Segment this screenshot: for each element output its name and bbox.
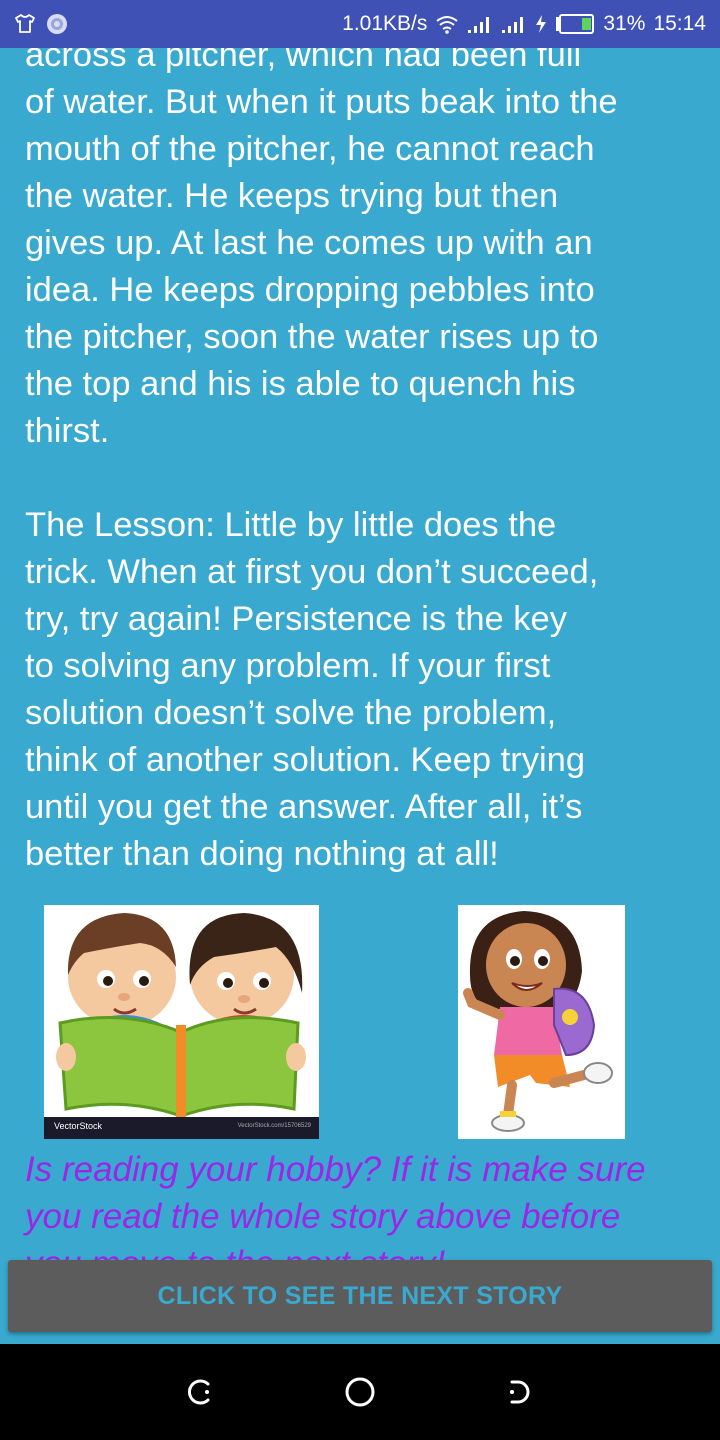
lesson-line: think of another solution. Keep trying — [25, 741, 586, 779]
network-speed: 1.01KB/s — [342, 12, 428, 35]
lesson-line: trick. When at first you don’t succeed, — [25, 553, 599, 591]
lesson-line: solution doesn’t solve the problem, — [25, 694, 557, 732]
lesson-line: try, try again! Persistence is the key — [25, 600, 567, 638]
watermark-strip: VectorStock VectorStock.com/15706529 — [44, 1117, 319, 1139]
lesson-line: to solving any problem. If your first — [25, 647, 551, 685]
home-icon — [345, 1377, 375, 1407]
battery-icon — [555, 14, 595, 34]
shirt-icon — [14, 14, 36, 34]
kids-reading-image: VectorStock VectorStock.com/15706529 — [44, 905, 319, 1139]
charging-icon — [535, 14, 547, 34]
watermark-url: VectorStock.com/15706529 — [237, 1123, 311, 1129]
kids-reading-illustration — [56, 913, 306, 1118]
story-line: the pitcher, soon the water rises up to — [25, 318, 599, 356]
lesson-line: better than doing nothing at all! — [25, 835, 499, 873]
story-line: of water. But when it puts beak into the — [25, 83, 618, 121]
story-line: gives up. At last he comes up with an — [25, 224, 593, 262]
wifi-icon — [435, 14, 459, 34]
story-line: the water. He keeps trying but then — [25, 177, 559, 215]
dora-illustration — [463, 911, 613, 1132]
home-button[interactable] — [330, 1362, 390, 1422]
story-text: across a pitcher, which had been full of… — [25, 32, 715, 878]
aperture-icon — [46, 13, 68, 35]
story-line: mouth of the pitcher, he cannot reach — [25, 130, 595, 168]
navigation-bar — [0, 1344, 720, 1440]
story-content[interactable]: across a pitcher, which had been full of… — [0, 0, 720, 1344]
back-button[interactable] — [170, 1362, 230, 1422]
battery-percent: 31% — [603, 12, 646, 35]
lesson-line: The Lesson: Little by little does the — [25, 506, 557, 544]
story-line: the top and his is able to quench his — [25, 365, 576, 403]
signal-icon — [467, 14, 493, 34]
prompt-line: you read the whole story above before — [25, 1197, 621, 1236]
lesson-line: until you get the answer. After all, it’… — [25, 788, 583, 826]
signal-icon — [501, 14, 527, 34]
story-line: thirst. — [25, 412, 110, 450]
recent-apps-icon — [510, 1380, 530, 1404]
status-bar: 1.01KB/s 31% 15:14 — [0, 0, 720, 48]
recent-apps-button[interactable] — [490, 1362, 550, 1422]
story-line: idea. He keeps dropping pebbles into — [25, 271, 595, 309]
watermark-text: VectorStock — [54, 1121, 103, 1131]
back-icon — [188, 1379, 210, 1405]
prompt-line: Is reading your hobby? If it is make sur… — [25, 1150, 646, 1189]
dora-image — [458, 905, 625, 1139]
next-story-button[interactable]: CLICK TO SEE THE NEXT STORY — [8, 1260, 712, 1332]
clock: 15:14 — [653, 12, 706, 35]
illustrations: VectorStock VectorStock.com/15706529 — [0, 905, 720, 1139]
